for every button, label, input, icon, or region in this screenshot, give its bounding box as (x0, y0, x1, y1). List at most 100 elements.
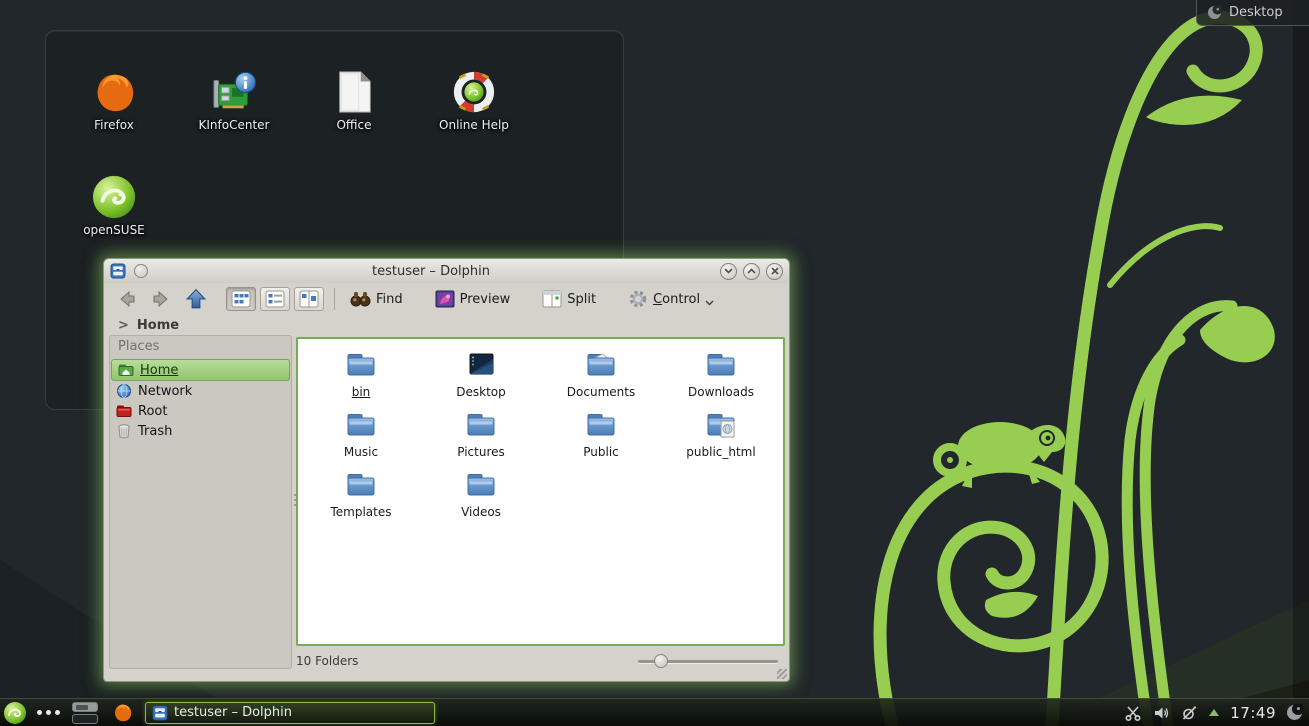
resize-grip[interactable] (777, 669, 787, 679)
view-mode-details-button[interactable] (260, 287, 290, 311)
tray-expand-arrow-icon[interactable] (1208, 708, 1220, 717)
file-item-desktop[interactable]: Desktop (423, 349, 539, 407)
html-folder-icon (705, 409, 737, 441)
virtual-desktop-pager[interactable] (72, 701, 100, 725)
file-item-pictures[interactable]: Pictures (423, 409, 539, 467)
desktop-icon-opensuse[interactable]: openSUSE (59, 174, 169, 237)
kinfocenter-icon (211, 69, 257, 115)
status-text: 10 Folders (296, 654, 358, 668)
search-indexer-disabled-icon[interactable] (1180, 704, 1198, 722)
places-item-network[interactable]: Network (110, 381, 291, 401)
office-icon (331, 69, 377, 115)
desktop-icon-firefox[interactable]: Firefox (59, 69, 169, 132)
file-name: Templates (330, 505, 391, 519)
breadcrumb-location[interactable]: Home (137, 318, 179, 333)
preview-image-icon (435, 290, 455, 308)
desktop-icon-kinfocenter[interactable]: KInfoCenter (179, 69, 289, 132)
pager-desktop-1[interactable] (72, 702, 98, 712)
forward-arrow-icon (151, 289, 171, 309)
desktop-icon-online-help[interactable]: Online Help (419, 69, 529, 132)
places-panel: Places Home Network Root (109, 335, 292, 669)
forward-button[interactable] (146, 286, 176, 312)
desktop-folder-icon (465, 349, 497, 381)
online-help-icon (451, 69, 497, 115)
file-item-public[interactable]: Public (543, 409, 659, 467)
file-name: Music (344, 445, 378, 459)
slider-handle[interactable] (654, 654, 668, 668)
folder-icon (585, 409, 617, 441)
breadcrumb[interactable]: > Home (104, 315, 789, 335)
file-item-templates[interactable]: Templates (303, 469, 419, 527)
places-item-label: Trash (138, 424, 172, 439)
places-item-root[interactable]: Root (110, 401, 291, 421)
dolphin-icon (152, 705, 168, 721)
pin-button[interactable] (134, 264, 148, 278)
toolbox-label: Desktop (1229, 5, 1283, 20)
file-item-videos[interactable]: Videos (423, 469, 539, 527)
zoom-slider[interactable] (638, 653, 778, 669)
title-bar[interactable]: testuser – Dolphin (104, 259, 789, 283)
cashew-icon (1207, 5, 1222, 20)
places-item-label: Network (138, 384, 192, 399)
screen-edge-shade (1293, 0, 1309, 726)
desktop-icon-label: openSUSE (59, 223, 169, 237)
file-name: public_html (686, 445, 755, 459)
volume-icon[interactable] (1152, 704, 1170, 722)
places-item-home[interactable]: Home (111, 359, 290, 381)
control-button[interactable]: Control (623, 286, 719, 312)
preview-button[interactable]: Preview (430, 287, 516, 311)
trash-icon (116, 423, 132, 439)
file-item-documents[interactable]: Documents (543, 349, 659, 407)
desktop-toolbox[interactable]: Desktop (1196, 0, 1309, 26)
close-button[interactable] (766, 263, 783, 280)
gear-icon (628, 289, 648, 309)
file-name: Videos (461, 505, 501, 519)
taskbar-task-dolphin[interactable]: testuser – Dolphin (145, 702, 435, 724)
network-globe-icon (116, 383, 132, 399)
file-item-downloads[interactable]: Downloads (663, 349, 779, 407)
maximize-button[interactable] (743, 263, 760, 280)
file-item-bin[interactable]: bin (303, 349, 419, 407)
find-button[interactable]: Find (345, 287, 408, 311)
desktop-icon-office[interactable]: Office (299, 69, 409, 132)
up-arrow-icon (185, 288, 207, 310)
icons-view-icon (231, 290, 251, 308)
system-tray: 17:49 (1124, 704, 1309, 722)
desktop-icon-label: Office (299, 118, 409, 132)
preview-label: Preview (460, 292, 511, 307)
details-view-icon (265, 290, 285, 308)
file-item-music[interactable]: Music (303, 409, 419, 467)
firefox-launcher-icon[interactable] (112, 702, 133, 723)
clock[interactable]: 17:49 (1230, 704, 1276, 722)
pager-desktop-2[interactable] (72, 714, 98, 724)
home-folder-icon (118, 362, 134, 378)
close-icon (771, 267, 779, 275)
file-name: Desktop (456, 385, 506, 399)
panel-cashew-icon[interactable] (1286, 704, 1303, 721)
split-button[interactable]: Split (537, 287, 601, 311)
up-button[interactable] (180, 285, 212, 313)
taskbar-panel: testuser – Dolphin 17:49 (0, 698, 1309, 726)
dolphin-app-icon (110, 263, 126, 279)
file-name: Downloads (688, 385, 754, 399)
chevron-down-icon (705, 300, 714, 306)
split-label: Split (567, 292, 596, 307)
toolbar: Find Preview Split (104, 283, 789, 315)
view-mode-columns-button[interactable] (294, 287, 324, 311)
back-arrow-icon (117, 289, 137, 309)
minimize-button[interactable] (720, 263, 737, 280)
panel-menu-dots-icon[interactable] (37, 710, 60, 715)
binoculars-icon (350, 290, 371, 308)
view-mode-icons-button[interactable] (226, 287, 256, 311)
window-title: testuser – Dolphin (148, 264, 714, 279)
file-item-public-html[interactable]: public_html (663, 409, 779, 467)
application-launcher-icon[interactable] (3, 701, 27, 725)
places-item-trash[interactable]: Trash (110, 421, 291, 441)
klipper-scissors-icon[interactable] (1124, 704, 1142, 722)
folder-view[interactable]: bin Desktop Documents Downloads (296, 337, 785, 646)
chevron-up-icon (747, 268, 756, 274)
folder-icon (345, 349, 377, 381)
firefox-icon (91, 69, 137, 115)
places-item-label: Home (140, 363, 178, 378)
back-button[interactable] (112, 286, 142, 312)
